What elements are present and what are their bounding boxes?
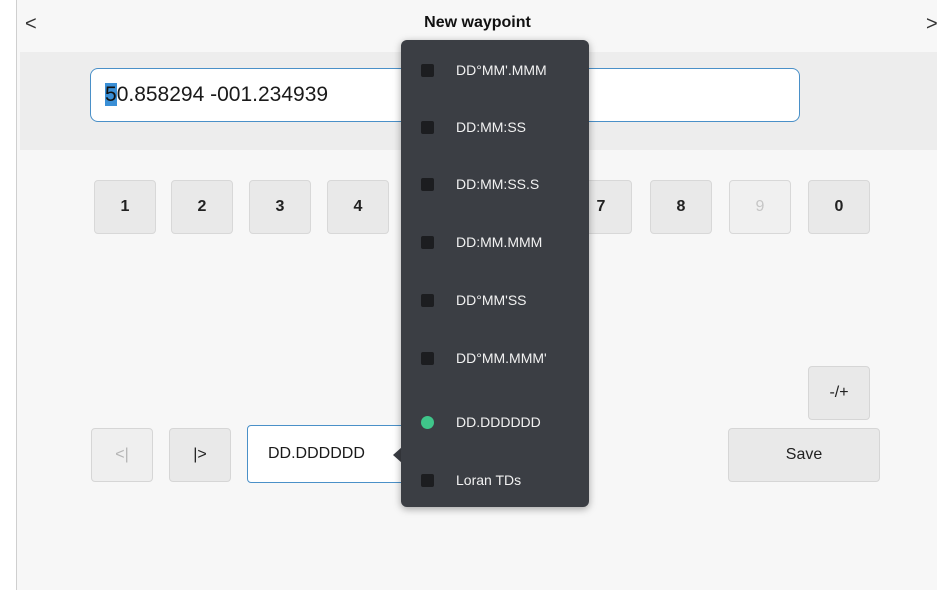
- menu-item-dd-mm-mmm[interactable]: DD:MM.MMM: [401, 222, 589, 262]
- menu-item-label: DD°MM.MMM': [456, 350, 547, 366]
- menu-item-ddmm-mmm[interactable]: DD°MM'.MMM: [401, 50, 589, 90]
- menu-item-label: DD:MM.MMM: [456, 234, 543, 250]
- radio-icon: [421, 235, 434, 249]
- menu-item-dd-mm-ss-s[interactable]: DD:MM:SS.S: [401, 164, 589, 204]
- radio-icon: [421, 63, 434, 77]
- key-3[interactable]: 3: [249, 180, 311, 234]
- key-4[interactable]: 4: [327, 180, 389, 234]
- cursor-left-button[interactable]: <|: [91, 428, 153, 482]
- format-select[interactable]: DD.DDDDDD: [247, 425, 405, 483]
- menu-item-dd-dddddd[interactable]: DD.DDDDDD: [401, 402, 589, 442]
- menu-item-label: DD:MM:SS.S: [456, 176, 540, 192]
- radio-icon: [421, 120, 434, 134]
- key-0[interactable]: 0: [808, 180, 870, 234]
- menu-item-label: Loran TDs: [456, 472, 522, 488]
- cursor-right-button[interactable]: |>: [169, 428, 231, 482]
- menu-item-label: DD°MM'.MMM: [456, 62, 547, 78]
- menu-item-label: DD.DDDDDD: [456, 414, 541, 430]
- key-2[interactable]: 2: [171, 180, 233, 234]
- format-dropdown-menu: DD°MM'.MMM DD:MM:SS DD:MM:SS.S DD:MM.MMM…: [401, 40, 589, 507]
- key-9[interactable]: 9: [729, 180, 791, 234]
- radio-icon: [421, 351, 434, 365]
- text-cursor-char: 5: [105, 83, 117, 106]
- sign-toggle-button[interactable]: -/+: [808, 366, 870, 420]
- menu-item-dd-mm-ss[interactable]: DD:MM:SS: [401, 107, 589, 147]
- page-title: New waypoint: [424, 14, 531, 31]
- radio-icon: [421, 177, 434, 191]
- menu-item-ddmmss[interactable]: DD°MM'SS: [401, 280, 589, 320]
- radio-selected-icon: [421, 415, 434, 429]
- menu-item-label: DD°MM'SS: [456, 292, 527, 308]
- forward-arrow-icon[interactable]: >: [926, 14, 937, 34]
- radio-icon: [421, 473, 434, 487]
- save-button[interactable]: Save: [728, 428, 880, 482]
- radio-icon: [421, 293, 434, 307]
- key-8[interactable]: 8: [650, 180, 712, 234]
- menu-item-loran-tds[interactable]: Loran TDs: [401, 460, 589, 500]
- menu-item-label: DD:MM:SS: [456, 119, 526, 135]
- menu-item-ddmm-mmm-alt[interactable]: DD°MM.MMM': [401, 338, 589, 378]
- key-1[interactable]: 1: [94, 180, 156, 234]
- coordinate-value: 0.858294 -001.234939: [116, 83, 329, 106]
